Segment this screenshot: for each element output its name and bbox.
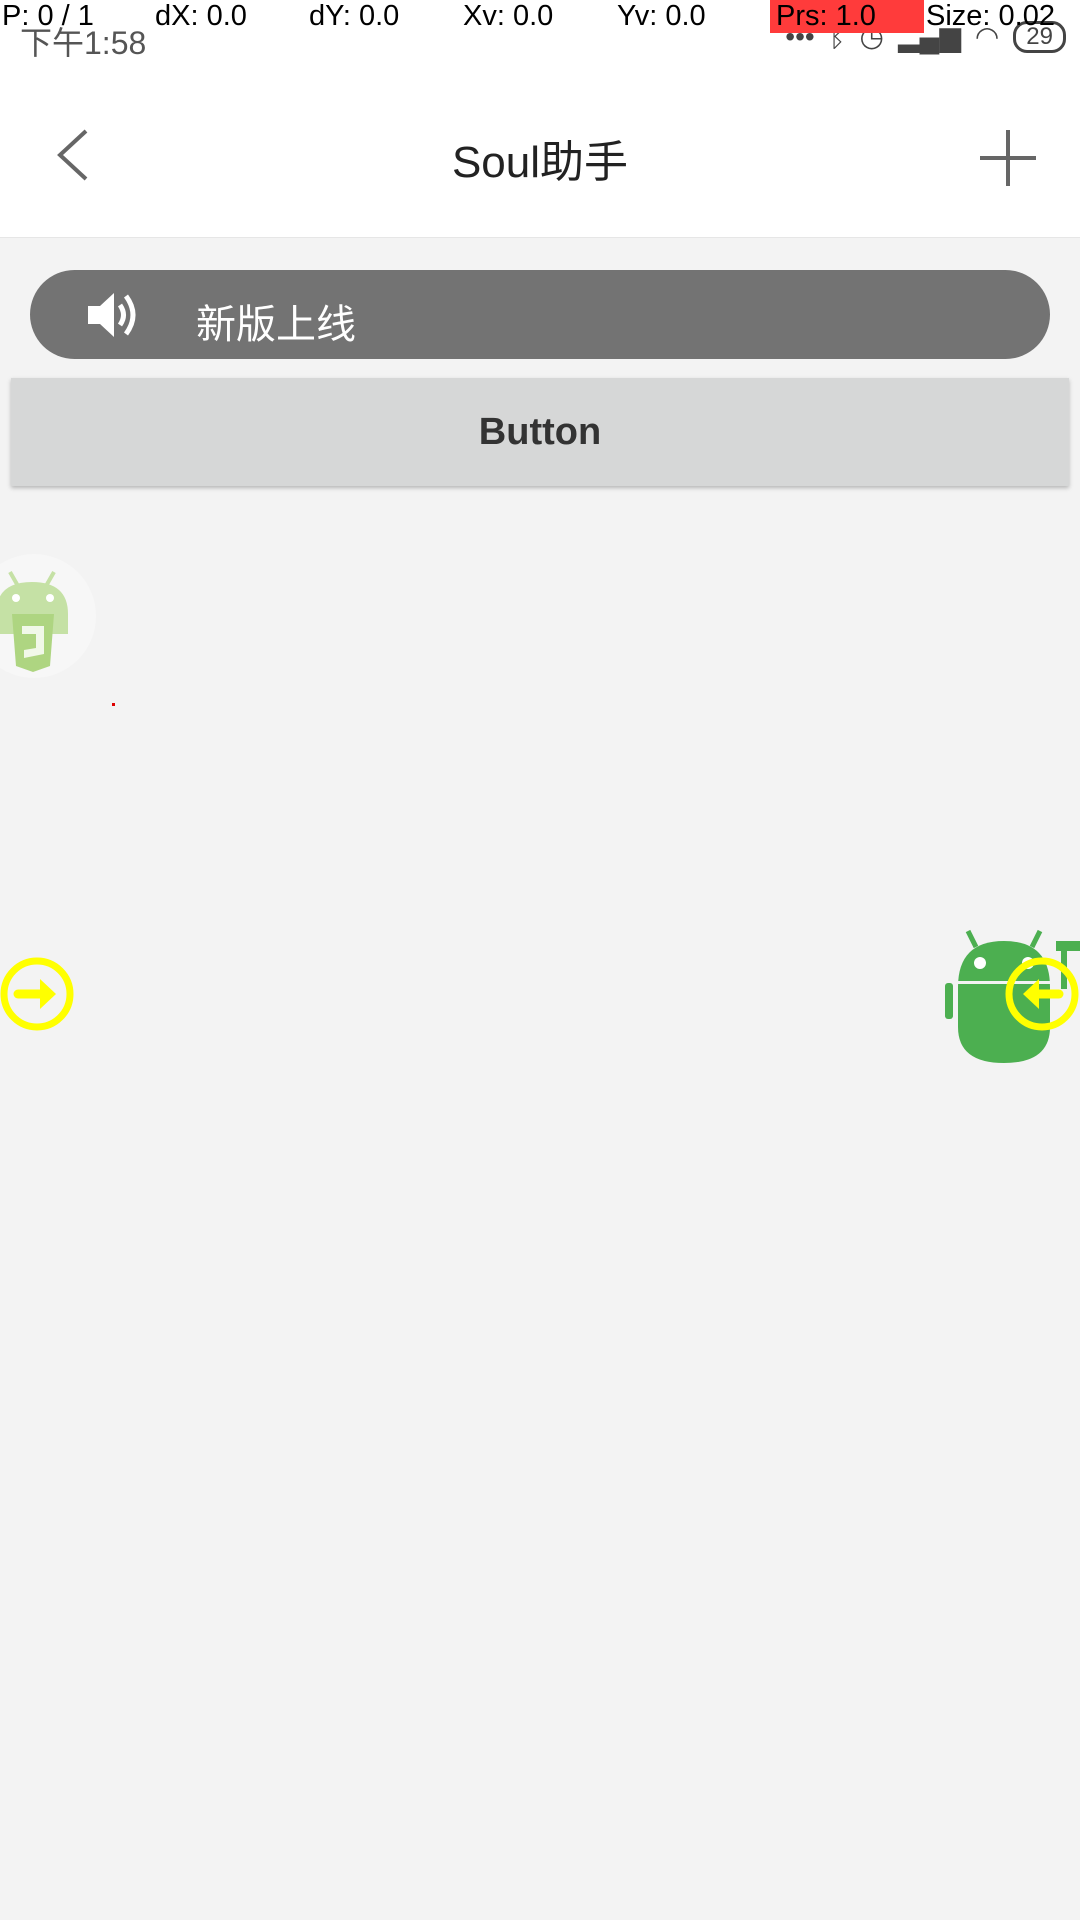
overlay-xv: Xv: 0.0 <box>463 0 554 32</box>
notice-text: 新版上线 <box>196 303 356 347</box>
main-button[interactable]: Button <box>11 378 1069 486</box>
page-title: Soul助手 <box>451 138 629 187</box>
overlay-p: P: 0 / 1 <box>2 0 94 32</box>
arrow-right-circle-icon[interactable] <box>0 957 74 1031</box>
arrow-left-circle-icon[interactable] <box>1005 957 1079 1031</box>
overlay-size: Size: 0.02 <box>926 0 1055 32</box>
overlay-prs: Prs: 1.0 <box>770 0 924 33</box>
speaker-icon <box>88 293 136 337</box>
overlay-yv: Yv: 0.0 <box>617 0 706 32</box>
overlay-dx: dX: 0.0 <box>155 0 247 32</box>
notice-bar[interactable]: 新版上线 <box>30 270 1050 359</box>
plus-icon[interactable] <box>980 130 1036 186</box>
pointer-location-overlay: P: 0 / 1 dX: 0.0 dY: 0.0 Xv: 0.0 Yv: 0.0… <box>0 0 1080 36</box>
android-js-float-icon[interactable] <box>0 554 96 678</box>
touch-point-dot <box>112 703 115 706</box>
overlay-dy: dY: 0.0 <box>309 0 400 32</box>
